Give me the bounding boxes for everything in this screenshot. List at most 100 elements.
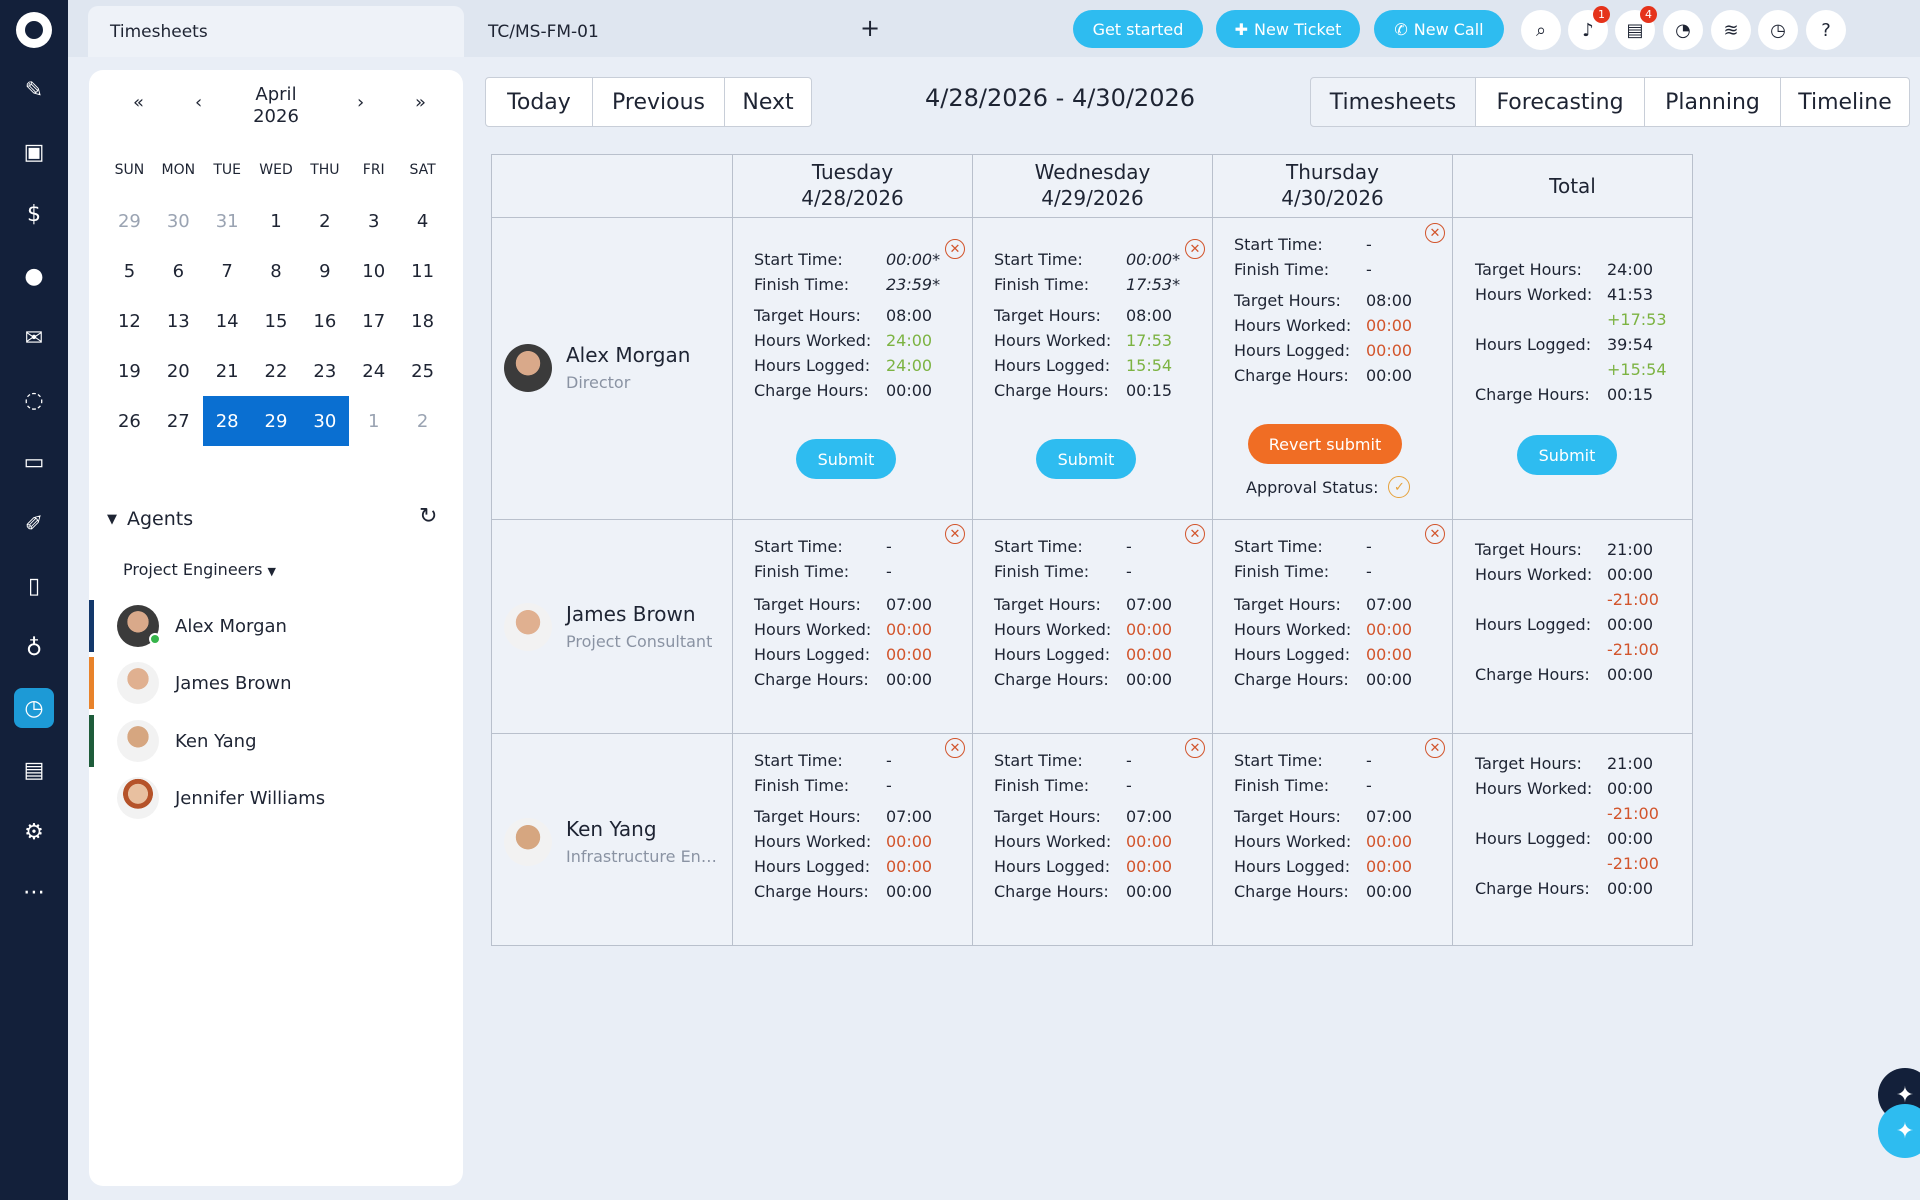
start-time[interactable]: - xyxy=(1126,537,1132,556)
settings-icon[interactable]: ⚙ xyxy=(14,812,54,852)
submit-button[interactable]: Submit xyxy=(796,439,896,479)
more-icon[interactable]: ⋯ xyxy=(14,872,54,912)
add-tab-button[interactable]: + xyxy=(860,14,880,42)
today-button[interactable]: Today xyxy=(485,77,593,127)
close-icon[interactable]: ✕ xyxy=(1425,524,1445,544)
calendar-day[interactable]: 9 xyxy=(300,246,349,296)
close-icon[interactable]: ✕ xyxy=(1425,223,1445,243)
calendar-day[interactable]: 12 xyxy=(105,296,154,346)
revert-submit-button[interactable]: Revert submit xyxy=(1248,424,1402,464)
calendar-day[interactable]: 2 xyxy=(398,396,447,446)
new-call-button[interactable]: ✆ New Call xyxy=(1374,10,1504,48)
calendar-day[interactable]: 2 xyxy=(300,196,349,246)
finish-time[interactable]: - xyxy=(886,562,892,581)
calendar-day[interactable]: 24 xyxy=(349,346,398,396)
calendar-day[interactable]: 26 xyxy=(105,396,154,446)
group-dropdown[interactable]: Project Engineers ▼ xyxy=(123,560,276,579)
app-logo[interactable] xyxy=(16,12,52,48)
previous-button[interactable]: Previous xyxy=(592,77,725,127)
finish-time[interactable]: - xyxy=(1366,260,1372,279)
calendar-day-selected[interactable]: 29 xyxy=(251,396,301,446)
tab-ticket[interactable]: TC/MS-FM-01 xyxy=(466,6,666,57)
start-time[interactable]: - xyxy=(886,751,892,770)
finish-time[interactable]: 17:53* xyxy=(1126,275,1180,294)
calendar-day[interactable]: 4 xyxy=(398,196,447,246)
document-search-icon[interactable]: ▯ xyxy=(14,566,54,606)
submit-button[interactable]: Submit xyxy=(1517,435,1617,475)
refresh-icon[interactable]: ↻ xyxy=(419,504,437,529)
view-timeline[interactable]: Timeline xyxy=(1780,77,1910,127)
new-ticket-button[interactable]: ✚ New Ticket xyxy=(1216,10,1360,48)
calendar-day[interactable]: 30 xyxy=(154,196,203,246)
calendar-day[interactable]: 18 xyxy=(398,296,447,346)
prev-month-button[interactable]: ‹ xyxy=(195,92,202,113)
close-icon[interactable]: ✕ xyxy=(1425,738,1445,758)
view-planning[interactable]: Planning xyxy=(1644,77,1781,127)
calendar-day[interactable]: 7 xyxy=(203,246,252,296)
calendar-day-selected[interactable]: 30 xyxy=(300,396,350,446)
agents-header[interactable]: ▼ Agents xyxy=(107,508,193,530)
file-icon[interactable]: ▤ xyxy=(14,750,54,790)
calendar-day[interactable]: 31 xyxy=(203,196,252,246)
finish-time[interactable]: - xyxy=(1366,776,1372,795)
tickets-icon[interactable]: ✎ xyxy=(14,70,54,110)
prev-year-button[interactable]: « xyxy=(133,92,144,113)
agent-item[interactable]: Jennifer Williams xyxy=(89,770,463,826)
chat-icon[interactable]: ◌ xyxy=(14,380,54,420)
next-year-button[interactable]: » xyxy=(415,92,426,113)
finish-time[interactable]: - xyxy=(1366,562,1372,581)
calendar-day[interactable]: 1 xyxy=(252,196,301,246)
calendar-day[interactable]: 15 xyxy=(252,296,301,346)
get-started-button[interactable]: Get started xyxy=(1073,10,1203,48)
next-button[interactable]: Next xyxy=(724,77,812,127)
calendar-day-selected[interactable]: 28 xyxy=(202,396,252,446)
calendar-day[interactable]: 19 xyxy=(105,346,154,396)
dashboard-icon[interactable]: ◔ xyxy=(1663,10,1703,50)
calendar-day[interactable]: 20 xyxy=(154,346,203,396)
calendar-day[interactable]: 16 xyxy=(300,296,349,346)
start-time[interactable]: - xyxy=(1366,235,1372,254)
start-time[interactable]: 00:00* xyxy=(1126,250,1180,269)
next-month-button[interactable]: › xyxy=(357,92,364,113)
calendar-day[interactable]: 8 xyxy=(252,246,301,296)
briefcase-icon[interactable]: ▣ xyxy=(14,132,54,172)
ai-chat-button[interactable]: ✦ xyxy=(1878,1104,1920,1158)
calendar-day[interactable]: 5 xyxy=(105,246,154,296)
calendar-day[interactable]: 11 xyxy=(398,246,447,296)
clock-icon[interactable]: ◷ xyxy=(1758,10,1798,50)
close-icon[interactable]: ✕ xyxy=(945,239,965,259)
finish-time[interactable]: - xyxy=(1126,562,1132,581)
finish-time[interactable]: - xyxy=(886,776,892,795)
close-icon[interactable]: ✕ xyxy=(1185,524,1205,544)
calendar-day[interactable]: 14 xyxy=(203,296,252,346)
calendar-day[interactable]: 13 xyxy=(154,296,203,346)
user-icon[interactable]: ● xyxy=(14,256,54,296)
view-timesheets[interactable]: Timesheets xyxy=(1310,77,1476,127)
laptop-icon[interactable]: ▭ xyxy=(14,442,54,482)
agent-item[interactable]: Alex Morgan xyxy=(89,598,463,654)
calendar-day[interactable]: 29 xyxy=(105,196,154,246)
start-time[interactable]: - xyxy=(1366,751,1372,770)
calendar-day[interactable]: 10 xyxy=(349,246,398,296)
agent-item[interactable]: Ken Yang xyxy=(89,713,463,769)
close-icon[interactable]: ✕ xyxy=(1185,738,1205,758)
calendar-day[interactable]: 22 xyxy=(252,346,301,396)
bell-icon[interactable]: ♪ 1 xyxy=(1568,6,1610,50)
clock-icon[interactable]: ◷ xyxy=(14,688,54,728)
rss-icon[interactable]: ≋ xyxy=(1711,10,1751,50)
submit-button[interactable]: Submit xyxy=(1036,439,1136,479)
start-time[interactable]: - xyxy=(1366,537,1372,556)
close-icon[interactable]: ✕ xyxy=(1185,239,1205,259)
money-bag-icon[interactable]: ♁ xyxy=(14,628,54,668)
tab-timesheets[interactable]: Timesheets xyxy=(88,6,464,57)
calendar-day[interactable]: 25 xyxy=(398,346,447,396)
help-icon[interactable]: ? xyxy=(1806,10,1846,50)
close-icon[interactable]: ✕ xyxy=(945,738,965,758)
calendar-day[interactable]: 3 xyxy=(349,196,398,246)
calendar-day[interactable]: 27 xyxy=(154,396,203,446)
calendar-day[interactable]: 1 xyxy=(349,396,398,446)
edit-icon[interactable]: ✐ xyxy=(14,504,54,544)
view-forecasting[interactable]: Forecasting xyxy=(1475,77,1645,127)
calendar-day[interactable]: 23 xyxy=(300,346,349,396)
calendar-day[interactable]: 21 xyxy=(203,346,252,396)
